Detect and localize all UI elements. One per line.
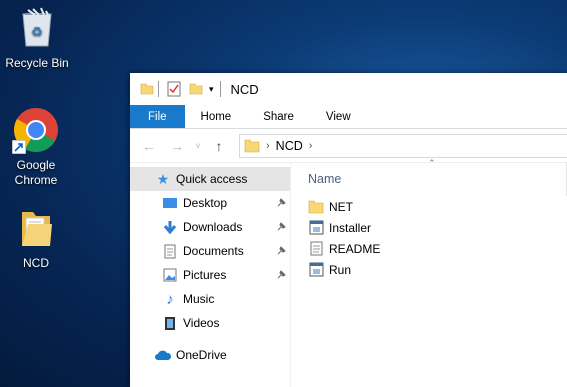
nav-item-label: Desktop [183, 196, 228, 210]
nav-item-label: Videos [183, 316, 220, 330]
ribbon-tabs: File Home Share View [130, 105, 567, 129]
file-name: Run [329, 262, 352, 277]
folder-icon [308, 199, 324, 215]
chevron-right-icon[interactable]: › [309, 140, 313, 152]
nav-item-music[interactable]: ♪ Music [130, 287, 290, 311]
title-bar: ▾ NCD [130, 73, 567, 105]
nav-item-label: Music [183, 292, 215, 306]
file-row-installer[interactable]: Installer [291, 217, 567, 238]
new-folder-icon[interactable] [189, 82, 203, 96]
picture-icon [161, 267, 179, 283]
desktop-icon [161, 195, 179, 211]
nav-item-pictures[interactable]: Pictures [130, 263, 290, 287]
nav-item-label: OneDrive [176, 348, 227, 362]
back-arrow-icon[interactable]: ← [135, 138, 163, 154]
pin-icon [276, 245, 286, 259]
desktop-icon-google-chrome[interactable]: Google Chrome [1, 106, 71, 188]
sort-ascending-icon: ⌃ [428, 158, 436, 168]
column-header-row: ⌃ Name [291, 158, 567, 196]
file-row-net[interactable]: NET [291, 196, 567, 217]
application-icon [308, 262, 324, 278]
tab-view[interactable]: View [310, 105, 367, 128]
address-box[interactable]: › NCD › [239, 133, 567, 158]
recent-locations-icon[interactable]: ˅ [191, 141, 205, 151]
file-name: Installer [329, 220, 372, 235]
forward-arrow-icon[interactable]: → [163, 138, 191, 154]
file-row-readme[interactable]: README [291, 238, 567, 259]
nav-item-videos[interactable]: Videos [130, 311, 290, 335]
svg-text:♻: ♻ [31, 25, 43, 40]
separator [219, 81, 221, 97]
recycle-bin-icon: ♻ [2, 6, 72, 52]
desktop-icon-ncd-folder[interactable]: NCD [1, 208, 71, 271]
nav-item-onedrive[interactable]: OneDrive [130, 343, 290, 367]
pin-icon [276, 269, 286, 283]
pin-icon [276, 221, 286, 235]
separator [158, 81, 159, 97]
file-name: NET [329, 199, 353, 214]
file-name: README [329, 241, 381, 256]
up-arrow-icon[interactable]: ↑ [205, 138, 233, 154]
customize-toolbar-icon[interactable]: ▾ [209, 84, 214, 95]
window-title: NCD [230, 81, 259, 97]
desktop-icon-label: NCD [23, 256, 49, 270]
nav-item-label: Pictures [183, 268, 227, 282]
properties-icon[interactable] [167, 81, 181, 97]
chevron-right-icon: › [266, 139, 270, 152]
column-header-name[interactable]: Name [308, 172, 341, 186]
application-icon [308, 220, 324, 236]
content-area: ★ Quick access Desktop Downloads Documen… [130, 158, 567, 387]
shortcut-arrow-icon [12, 140, 26, 154]
text-file-icon [308, 241, 324, 257]
nav-item-label: Downloads [183, 220, 243, 234]
tab-file[interactable]: File [130, 105, 185, 128]
nav-item-quick-access[interactable]: ★ Quick access [130, 167, 290, 191]
document-icon [161, 243, 179, 259]
address-bar: ← → ˅ ↑ › NCD › [130, 129, 567, 163]
nav-item-documents[interactable]: Documents [130, 239, 290, 263]
breadcrumb-item[interactable]: NCD [276, 139, 303, 153]
cloud-icon [154, 347, 172, 363]
file-list-pane: ⌃ Name NET Installer README Run [291, 158, 567, 387]
nav-item-desktop[interactable]: Desktop [130, 191, 290, 215]
folder-icon [140, 82, 154, 96]
nav-item-label: Documents [183, 244, 244, 258]
star-icon: ★ [156, 170, 170, 187]
pin-icon [276, 197, 286, 211]
tab-home[interactable]: Home [185, 105, 248, 128]
desktop-icon-label: Recycle Bin [5, 56, 69, 70]
download-arrow-icon [161, 219, 179, 235]
nav-item-label: Quick access [176, 172, 248, 186]
nav-item-downloads[interactable]: Downloads [130, 215, 290, 239]
folder-icon [1, 208, 71, 252]
desktop-icon-recycle-bin[interactable]: ♻ Recycle Bin [2, 6, 72, 71]
file-explorer-window: ▾ NCD File Home Share View ← → ˅ ↑ › NCD… [130, 73, 567, 387]
desktop-icon-label: Google Chrome [14, 158, 58, 187]
tab-share[interactable]: Share [247, 105, 310, 128]
folder-icon [244, 139, 260, 153]
film-icon [161, 315, 179, 331]
music-note-icon: ♪ [166, 290, 174, 308]
file-row-run[interactable]: Run [291, 259, 567, 280]
navigation-pane: ★ Quick access Desktop Downloads Documen… [130, 162, 290, 387]
chrome-icon [12, 106, 60, 154]
